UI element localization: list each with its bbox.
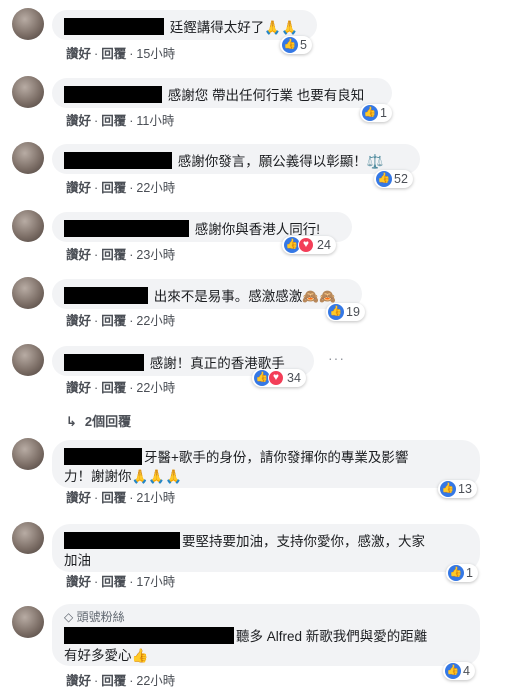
like-link[interactable]: 讚好: [66, 47, 91, 61]
comment-text-line2: 有好多愛心👍: [64, 648, 149, 663]
comment-text-line2: 加油: [64, 553, 91, 568]
love-icon: ♥: [268, 370, 284, 386]
redacted-name: [64, 152, 172, 169]
timestamp[interactable]: 23小時: [136, 248, 175, 262]
reply-link[interactable]: 回覆: [101, 314, 126, 328]
redacted-name: [64, 627, 234, 644]
redacted-name: [64, 86, 162, 103]
redacted-name: [64, 220, 189, 237]
like-link[interactable]: 讚好: [66, 248, 91, 262]
reply-arrow-icon: ↳: [66, 414, 77, 429]
reply-link[interactable]: 回覆: [101, 47, 126, 61]
reaction-count[interactable]: 👍 ♥ 34: [252, 369, 306, 387]
redacted-name: [64, 18, 164, 35]
comment-text: 廷鏗講得太好了🙏🙏: [169, 20, 298, 35]
avatar[interactable]: [12, 277, 44, 309]
like-link[interactable]: 讚好: [66, 181, 91, 195]
like-icon: 👍: [376, 171, 392, 187]
comment-bubble: 廷鏗講得太好了🙏🙏: [52, 10, 317, 40]
comment-bubble: 出來不是易事。感激感激🙈🙈: [52, 279, 362, 309]
avatar[interactable]: [12, 606, 44, 638]
redacted-name: [64, 354, 144, 371]
comment-actions: 讚好 · 回覆 · 22小時: [66, 674, 176, 688]
like-link[interactable]: 讚好: [66, 575, 91, 589]
avatar[interactable]: [12, 142, 44, 174]
avatar[interactable]: [12, 522, 44, 554]
reaction-count[interactable]: 👍 19: [326, 303, 365, 321]
timestamp[interactable]: 22小時: [136, 674, 175, 688]
avatar[interactable]: [12, 76, 44, 108]
comment-text: 出來不是易事。感激感激🙈🙈: [153, 289, 336, 304]
like-icon: 👍: [328, 304, 344, 320]
comment-bubble: 牙醫+歌手的身份，請你發揮你的專業及影響 力！謝謝你🙏🙏🙏: [52, 440, 480, 488]
like-icon: 👍: [445, 663, 461, 679]
comment-actions: 讚好 · 回覆 · 22小時: [66, 314, 176, 328]
timestamp[interactable]: 22小時: [136, 381, 175, 395]
view-replies-link[interactable]: ↳ 2個回覆: [66, 411, 131, 430]
like-icon: 👍: [282, 37, 298, 53]
diamond-badge-icon: ◇: [64, 610, 74, 624]
avatar[interactable]: [12, 344, 44, 376]
comment-actions: 讚好 · 回覆 · 11小時: [66, 114, 175, 128]
like-link[interactable]: 讚好: [66, 381, 91, 395]
comment-actions: 讚好 · 回覆 · 21小時: [66, 491, 176, 505]
comment-bubble: 要堅持要加油，支持你愛你，感激，大家 加油: [52, 524, 480, 572]
like-icon: 👍: [362, 105, 378, 121]
comment-text: 感謝你發言，願公義得以彰顯！⚖️: [177, 154, 384, 169]
comment-text-line1: 牙醫+歌手的身份，請你發揮你的專業及影響: [144, 450, 409, 465]
like-icon: 👍: [448, 565, 464, 581]
like-link[interactable]: 讚好: [66, 491, 91, 505]
timestamp[interactable]: 17小時: [136, 575, 175, 589]
like-link[interactable]: 讚好: [66, 314, 91, 328]
comment-bubble: 感謝你發言，願公義得以彰顯！⚖️: [52, 144, 420, 174]
timestamp[interactable]: 21小時: [136, 491, 175, 505]
timestamp[interactable]: 11小時: [136, 114, 174, 128]
redacted-name: [64, 287, 148, 304]
comment-actions: 讚好 · 回覆 · 15小時: [66, 47, 176, 61]
comment-actions: 讚好 · 回覆 · 22小時: [66, 381, 176, 395]
reply-link[interactable]: 回覆: [101, 114, 126, 128]
reply-link[interactable]: 回覆: [101, 575, 126, 589]
like-link[interactable]: 讚好: [66, 114, 91, 128]
comment-actions: 讚好 · 回覆 · 23小時: [66, 248, 176, 262]
top-fan-badge: ◇ 頭號粉絲: [64, 610, 125, 624]
love-icon: ♥: [298, 237, 314, 253]
avatar[interactable]: [12, 210, 44, 242]
reaction-count[interactable]: 👍 ♥ 24: [282, 236, 336, 254]
reaction-count[interactable]: 👍 52: [374, 170, 413, 188]
comment-bubble: ◇ 頭號粉絲 聽多 Alfred 新歌我們與愛的距離 有好多愛心👍: [52, 604, 480, 666]
avatar[interactable]: [12, 8, 44, 40]
timestamp[interactable]: 15小時: [136, 47, 175, 61]
comment-text-line1: 要堅持要加油，支持你愛你，感激，大家: [182, 534, 425, 549]
more-options-icon[interactable]: ···: [328, 350, 345, 366]
reply-link[interactable]: 回覆: [101, 181, 126, 195]
reply-link[interactable]: 回覆: [101, 248, 126, 262]
comment-bubble: 感謝您 帶出任何行業 也要有良知: [52, 78, 392, 108]
timestamp[interactable]: 22小時: [136, 314, 175, 328]
comment-text: 感謝您 帶出任何行業 也要有良知: [167, 88, 365, 103]
reaction-count[interactable]: 👍 5: [280, 36, 312, 54]
like-icon: 👍: [440, 481, 456, 497]
like-link[interactable]: 讚好: [66, 674, 91, 688]
comment-actions: 讚好 · 回覆 · 17小時: [66, 575, 176, 589]
redacted-name: [64, 532, 180, 549]
avatar[interactable]: [12, 438, 44, 470]
reply-link[interactable]: 回覆: [101, 491, 126, 505]
redacted-name: [64, 448, 142, 465]
reaction-count[interactable]: 👍 13: [438, 480, 477, 498]
comment-text-line2: 力！謝謝你🙏🙏🙏: [64, 469, 182, 484]
reaction-count[interactable]: 👍 4: [443, 662, 475, 680]
reply-link[interactable]: 回覆: [101, 674, 126, 688]
reply-link[interactable]: 回覆: [101, 381, 126, 395]
comment-text-line1: 聽多 Alfred 新歌我們與愛的距離: [236, 629, 428, 644]
timestamp[interactable]: 22小時: [136, 181, 175, 195]
comment-actions: 讚好 · 回覆 · 22小時: [66, 181, 176, 195]
reaction-count[interactable]: 👍 1: [446, 564, 478, 582]
comment-text: 感謝你與香港人同行!: [194, 222, 321, 237]
reaction-count[interactable]: 👍 1: [360, 104, 392, 122]
